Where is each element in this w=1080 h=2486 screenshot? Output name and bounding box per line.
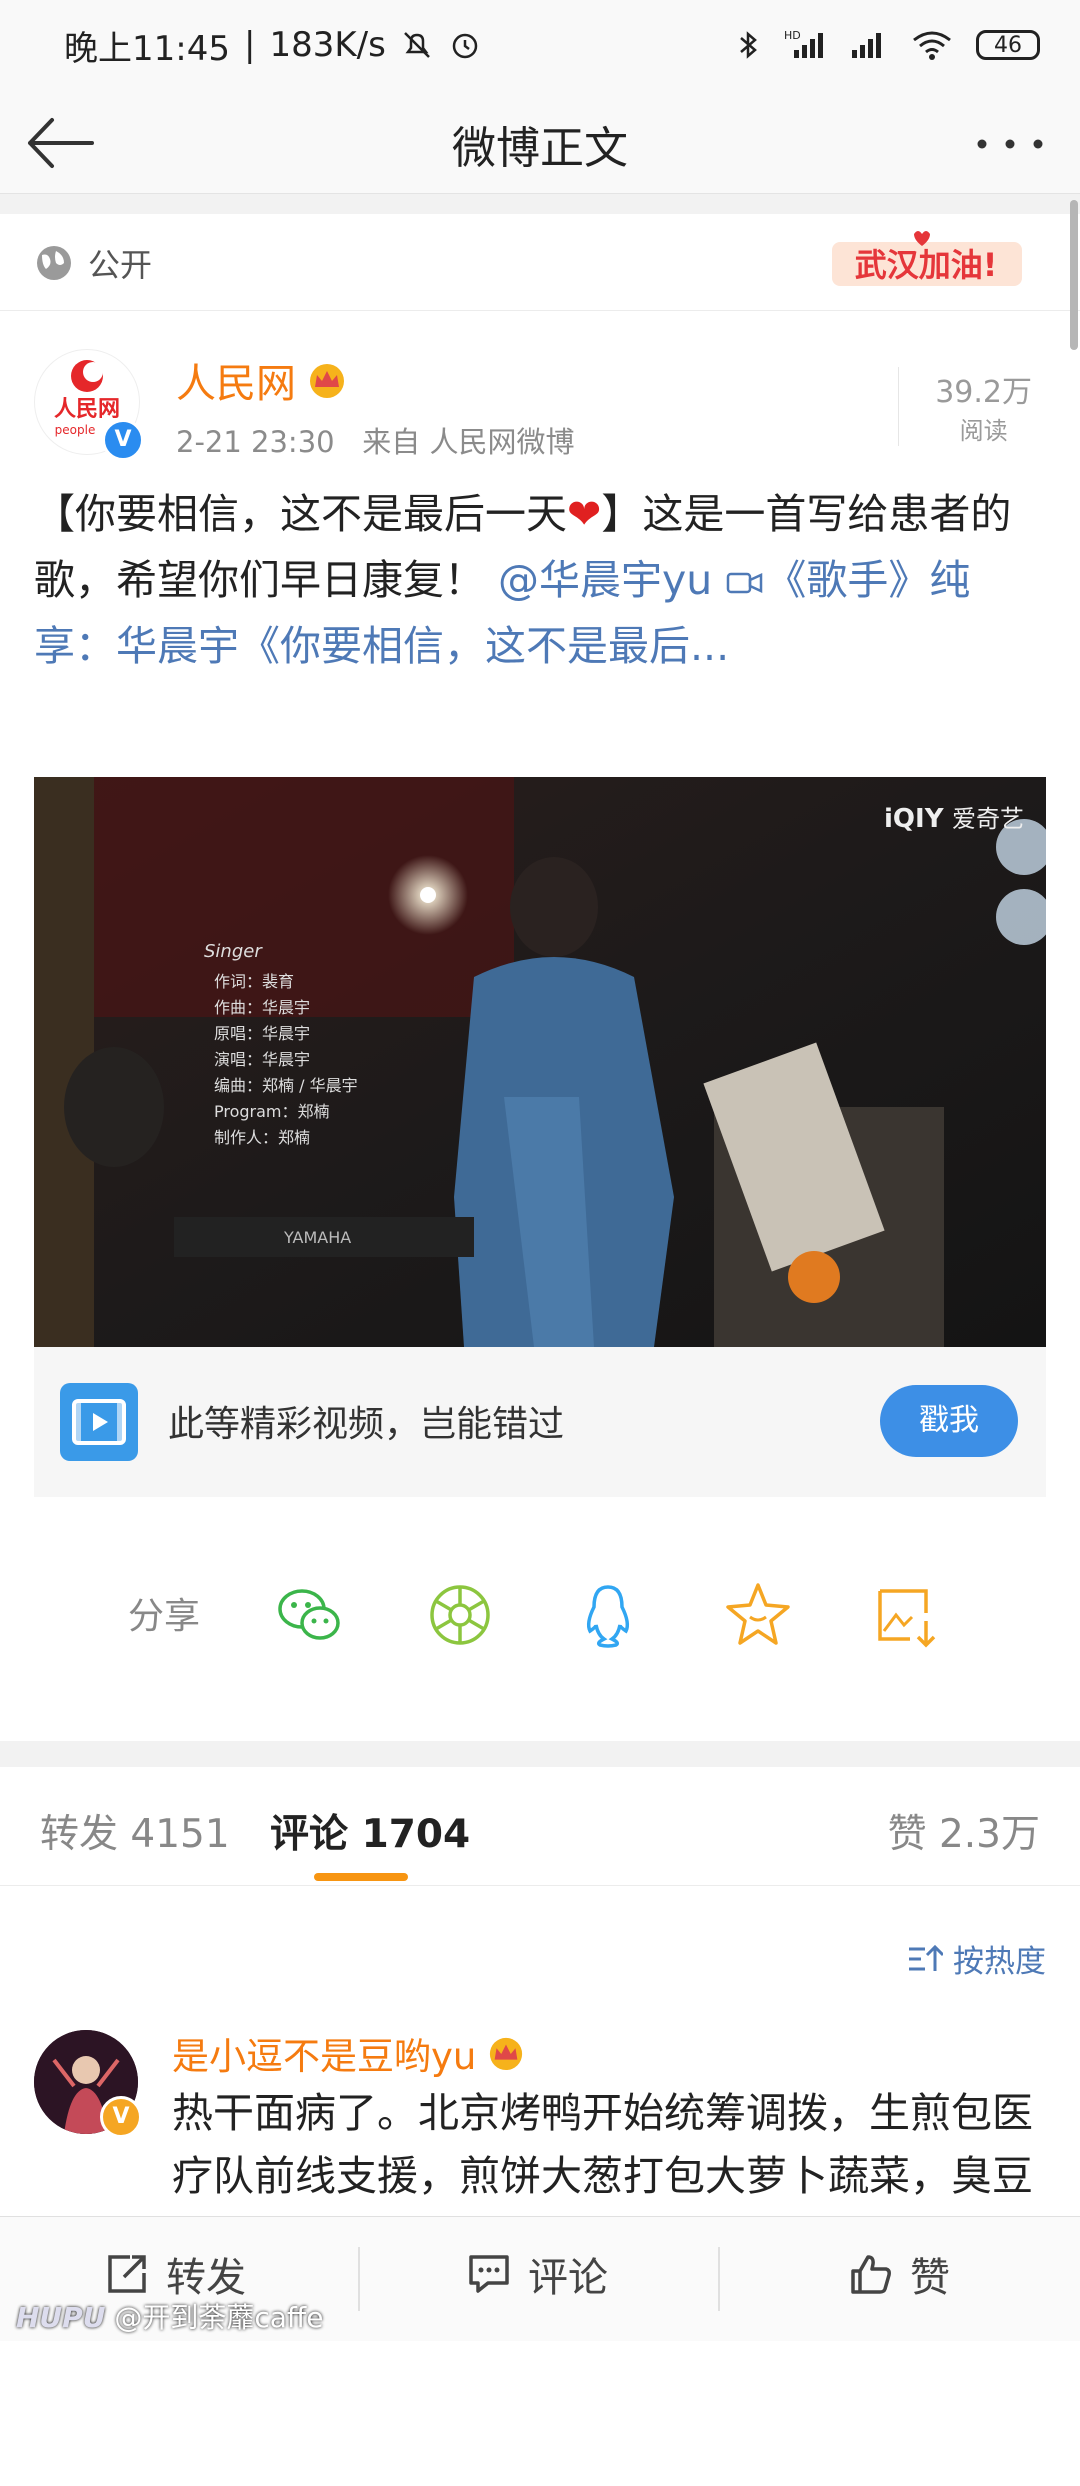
read-count: 39.2万 阅读 [898,367,1032,446]
svg-text:原唱：华晨宇: 原唱：华晨宇 [214,1024,310,1043]
svg-text:人民网: 人民网 [54,396,120,422]
like-button[interactable]: 赞 [848,2245,950,2303]
alarm-icon [452,33,478,59]
nav-bar: 微博正文 [0,90,1080,194]
engagement-tabs: 转发 4151 评论 1704 赞 2.3万 [0,1767,1080,1886]
tab-repost[interactable]: 转发 4151 [40,1803,230,1859]
wuhan-badge: 武汉加油! [832,231,1022,286]
post-card: 人民网 people V 人民网 2-21 23:30 来自 人民网微博 39.… [0,311,1080,1741]
poke-button[interactable]: 戳我 [880,1385,1018,1457]
crown-icon [310,364,344,398]
comment-icon [469,2255,509,2293]
battery-indicator: 46 [976,30,1040,60]
video-thumbnail: iQIY 爱奇艺 YAMAHA Singer 作词：裴育 作曲：华晨宇 原唱：华… [34,777,1046,1347]
share-label: 分享 [128,1596,201,1637]
video-player[interactable]: iQIY 爱奇艺 YAMAHA Singer 作词：裴育 作曲：华晨宇 原唱：华… [34,777,1046,1347]
svg-text:people: people [55,423,96,437]
moments-icon[interactable] [422,1577,498,1653]
status-time: 晚上11:45 [64,28,230,69]
qq-icon[interactable] [570,1577,646,1653]
comment-button[interactable]: 评论 [466,2245,608,2303]
page-title: 微博正文 [452,123,628,174]
save-image-icon[interactable] [870,1577,946,1653]
svg-text:HD: HD [784,29,801,42]
video-play-icon [60,1383,138,1461]
status-bar: 晚上11:45 | 183K/s HD 46 [0,0,1080,90]
wifi-icon [913,31,951,60]
sort-icon [909,1944,943,1971]
thumbs-up-icon [851,2255,891,2294]
post-text: 【你要相信，这不是最后一天❤】这是一首写给患者的歌，希望你们早日康复！ @华晨宇… [34,490,1012,670]
bluetooth-icon [740,31,757,59]
mention-link[interactable]: @华晨宇yu [498,556,712,604]
svg-text:作曲：华晨宇: 作曲：华晨宇 [214,998,310,1017]
svg-text:YAMAHA: YAMAHA [283,1228,351,1247]
promo-text: 此等精彩视频，岂能错过 [168,1404,565,1445]
svg-text:武汉加油!: 武汉加油! [855,246,998,284]
svg-text:制作人：郑楠: 制作人：郑楠 [214,1128,310,1147]
video-camera-icon [727,572,763,594]
globe-icon [37,246,71,280]
verified-badge-icon: V [102,419,144,461]
post-author[interactable]: 人民网 [176,351,348,409]
crown-icon [490,2037,523,2071]
scrollbar[interactable] [1070,200,1078,350]
tab-comment[interactable]: 评论 1704 [270,1803,470,1859]
svg-text:编曲：郑楠 / 华晨宇: 编曲：郑楠 / 华晨宇 [214,1076,358,1095]
commenter-verified-icon: V [100,2096,142,2138]
wechat-icon[interactable] [272,1577,348,1653]
post-meta: 2-21 23:30 来自 人民网微博 [176,419,574,461]
svg-text:Singer: Singer [204,941,263,962]
svg-text:iQIY: iQIY [884,804,945,834]
visibility-label: 公开 [88,246,153,284]
share-row: 分享 [0,1565,1080,1665]
star-favorite-icon[interactable] [720,1577,796,1653]
more-icon[interactable] [970,114,1050,174]
repost-icon [108,2255,146,2293]
network-speed: 183K/s [269,25,386,65]
repost-button[interactable]: 转发 [104,2245,246,2303]
svg-text:演唱：华晨宇: 演唱：华晨宇 [214,1050,310,1069]
svg-text:Program：郑楠: Program：郑楠 [214,1102,330,1121]
sort-by-hot[interactable]: 按热度 [907,1936,1046,1981]
signal-hd-icon: HD [784,29,823,58]
comments-list: 按热度 V 是小逗不是豆哟yu 热干面病了。北京烤鸭开始统筹调拨，生煎包医疗队前… [0,1886,1080,2486]
mute-bell-icon [403,32,430,58]
visibility-bar: 公开 武汉加油! [0,214,1080,311]
signal-icon [852,33,881,58]
video-promo: 此等精彩视频，岂能错过 戳我 [34,1347,1046,1497]
heart-emoji: ❤ [567,490,602,538]
post-page: 公开 武汉加油! 人民网 people V 人民网 2-21 23:30 来自 … [0,214,1080,2486]
post-source: 来自 人民网微博 [362,425,575,459]
svg-text:作词：裴育: 作词：裴育 [214,972,294,991]
svg-text:爱奇艺: 爱奇艺 [952,805,1024,833]
post-time: 2-21 23:30 [176,425,335,459]
source-watermark: HUPU @开到荼蘼caffe [16,2301,324,2334]
active-tab-indicator [314,1873,408,1881]
tab-like[interactable]: 赞 2.3万 [888,1803,1040,1859]
comment-author[interactable]: 是小逗不是豆哟yu [172,2026,526,2080]
